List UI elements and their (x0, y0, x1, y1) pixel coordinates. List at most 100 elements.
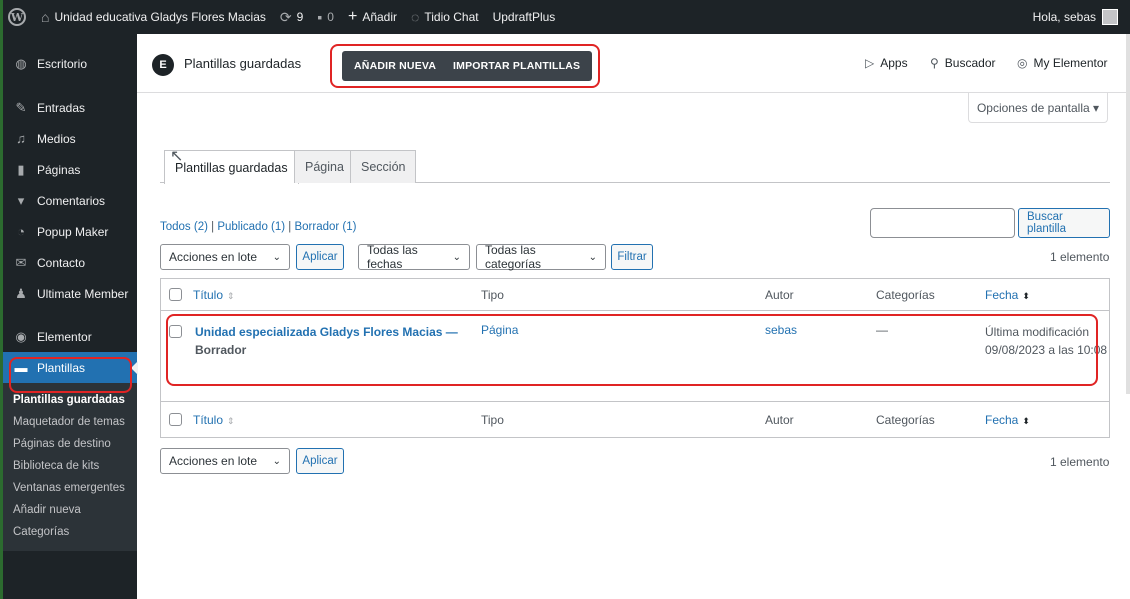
sort-icon: ⇕ (227, 416, 235, 426)
add-new-button[interactable]: AÑADIR NUEVA (342, 51, 449, 81)
site-name-link[interactable]: ⌂ Unidad educativa Gladys Flores Macias (34, 0, 273, 34)
new-content-link[interactable]: + Añadir (341, 0, 404, 34)
dates-select[interactable]: Todas las fechas ⌄ (358, 243, 470, 271)
elementor-icon: ◉ (15, 328, 27, 344)
bulk-actions-select[interactable]: Acciones en lote ⌄ (160, 244, 290, 270)
plantillas-submenu: Plantillas guardadas Maquetador de temas… (3, 383, 137, 551)
dashboard-icon: ◍ (15, 55, 27, 71)
mouse-cursor-icon: ↖ (170, 148, 184, 165)
updraftplus-link[interactable]: UpdraftPlus (486, 0, 563, 34)
row-date-cell: Última modificación 09/08/2023 a las 10:… (985, 323, 1107, 359)
page-edge (0, 0, 3, 599)
column-title-footer[interactable]: Título ⇕ (193, 413, 235, 427)
wordpress-logo-icon[interactable]: W (0, 0, 34, 34)
table-footer-row: Título ⇕ Tipo Autor Categorías Fecha ⬍ (161, 401, 1109, 437)
sidebar-item-escritorio[interactable]: ◍ Escritorio (3, 48, 137, 79)
filter-button[interactable]: Filtrar (611, 244, 653, 270)
sidebar-item-paginas[interactable]: ▮ Páginas (3, 154, 137, 185)
sort-icon: ⬍ (1022, 291, 1030, 301)
chevron-down-icon: ⌄ (452, 251, 461, 263)
sidebar-item-entradas[interactable]: ✎ Entradas (3, 92, 137, 123)
categories-select[interactable]: Todas las categorías ⌄ (476, 243, 606, 271)
popup-icon: ◔ (17, 224, 25, 239)
apply-button-bottom[interactable]: Aplicar (296, 448, 344, 474)
finder-link[interactable]: ⚲ Buscador (930, 56, 996, 70)
chevron-down-icon: ⌄ (588, 251, 597, 263)
apps-link[interactable]: ▷ Apps (865, 56, 908, 70)
comment-icon: ▪ (317, 9, 323, 25)
sidebar-item-contacto[interactable]: ✉ Contacto (3, 247, 137, 278)
tab-plantillas-guardadas[interactable]: Plantillas guardadas (164, 150, 299, 184)
filter-published-link[interactable]: Publicado (1) (217, 221, 285, 233)
sidebar-item-popup-maker[interactable]: ◔ Popup Maker (3, 216, 137, 247)
row-author-link[interactable]: sebas (765, 323, 797, 337)
pin-icon: ✎ (15, 99, 27, 115)
comment-icon: ▾ (17, 192, 25, 208)
select-all-checkbox-footer[interactable] (169, 413, 182, 426)
plus-icon: + (347, 8, 358, 25)
column-date-footer[interactable]: Fecha ⬍ (985, 413, 1030, 427)
elementor-logo-icon: E (152, 54, 174, 76)
items-count-bottom: 1 elemento (1050, 455, 1110, 469)
submenu-ventanas-emergentes[interactable]: Ventanas emergentes (3, 477, 137, 499)
tab-seccion[interactable]: Sección (350, 150, 417, 183)
pages-icon: ▮ (17, 161, 25, 177)
scrollbar[interactable] (1126, 34, 1130, 394)
tidio-chat-link[interactable]: ◌ Tidio Chat (404, 0, 486, 34)
status-filter-links: Todos (2) | Publicado (1) | Borrador (1) (160, 221, 357, 233)
template-type-tabs: Plantillas guardadas Página Sección (160, 150, 1110, 184)
import-templates-button[interactable]: IMPORTAR PLANTILLAS (441, 51, 593, 81)
column-categories-footer: Categorías (876, 413, 935, 427)
sidebar-item-elementor[interactable]: ◉ Elementor (3, 321, 137, 352)
row-state: Borrador (195, 343, 247, 357)
search-icon: ⚲ (930, 56, 939, 70)
row-date-value: 09/08/2023 a las 10:08 (985, 343, 1108, 357)
sort-icon: ⇕ (227, 291, 235, 301)
avatar[interactable] (1102, 9, 1118, 25)
active-arrow (131, 361, 138, 375)
row-checkbox[interactable] (169, 325, 182, 338)
search-input[interactable] (870, 208, 1015, 238)
chevron-down-icon: ⌄ (272, 251, 281, 263)
column-type-footer: Tipo (481, 413, 504, 427)
bulk-actions-select-bottom[interactable]: Acciones en lote ⌄ (160, 448, 290, 474)
updates-icon: ⟳ (279, 8, 292, 25)
my-elementor-link[interactable]: ◎ My Elementor (1017, 56, 1108, 70)
sidebar-item-ultimate-member[interactable]: ♟ Ultimate Member (3, 278, 137, 309)
filter-all-link[interactable]: Todos (2) (160, 221, 208, 233)
comments-link[interactable]: ▪ 0 (310, 0, 341, 34)
submenu-anadir-nueva[interactable]: Añadir nueva (3, 499, 137, 521)
updates-link[interactable]: ⟳ 9 (273, 0, 310, 34)
search-templates-button[interactable]: Buscar plantilla (1018, 208, 1110, 238)
folder-icon: ▬ (14, 360, 28, 375)
select-all-checkbox[interactable] (169, 288, 182, 301)
column-author-header: Autor (765, 288, 794, 302)
submenu-plantillas-guardadas[interactable]: Plantillas guardadas (3, 389, 137, 411)
submenu-paginas-de-destino[interactable]: Páginas de destino (3, 433, 137, 455)
templates-table: Título ⇕ Tipo Autor Categorías Fecha ⬍ Uni… (160, 278, 1110, 438)
mail-icon: ✉ (15, 254, 27, 270)
column-date-header[interactable]: Fecha ⬍ (985, 288, 1030, 302)
row-type-link[interactable]: Página (481, 323, 518, 337)
user-icon: ♟ (15, 285, 27, 301)
column-type-header: Tipo (481, 288, 504, 302)
apply-button[interactable]: Aplicar (296, 244, 344, 270)
tab-pagina[interactable]: Página (294, 150, 355, 183)
chat-icon: ◌ (411, 9, 420, 25)
submenu-biblioteca-de-kits[interactable]: Biblioteca de kits (3, 455, 137, 477)
submenu-categorias[interactable]: Categorías (3, 521, 137, 543)
row-title-link[interactable]: Unidad especializada Gladys Flores Macia… (195, 325, 458, 339)
column-title-header[interactable]: Título ⇕ (193, 288, 235, 302)
sidebar-item-comentarios[interactable]: ▾ Comentarios (3, 185, 137, 216)
media-icon: ♫ (16, 131, 26, 146)
sort-icon: ⬍ (1022, 416, 1030, 426)
home-icon: ⌂ (41, 9, 50, 25)
screen-options-button[interactable]: Opciones de pantalla ▾ (968, 93, 1108, 123)
submenu-maquetador-de-temas[interactable]: Maquetador de temas (3, 411, 137, 433)
chevron-down-icon: ⌄ (272, 455, 281, 467)
greeting[interactable]: Hola, sebas (1033, 10, 1096, 24)
sidebar-item-medios[interactable]: ♫ Medios (3, 123, 137, 154)
sidebar-item-plantillas[interactable]: ▬ Plantillas (3, 352, 138, 383)
admin-sidebar: ◍ Escritorio ✎ Entradas ♫ Medios ▮ Páginas ▾… (3, 34, 138, 599)
filter-draft-link[interactable]: Borrador (1) (294, 221, 356, 233)
